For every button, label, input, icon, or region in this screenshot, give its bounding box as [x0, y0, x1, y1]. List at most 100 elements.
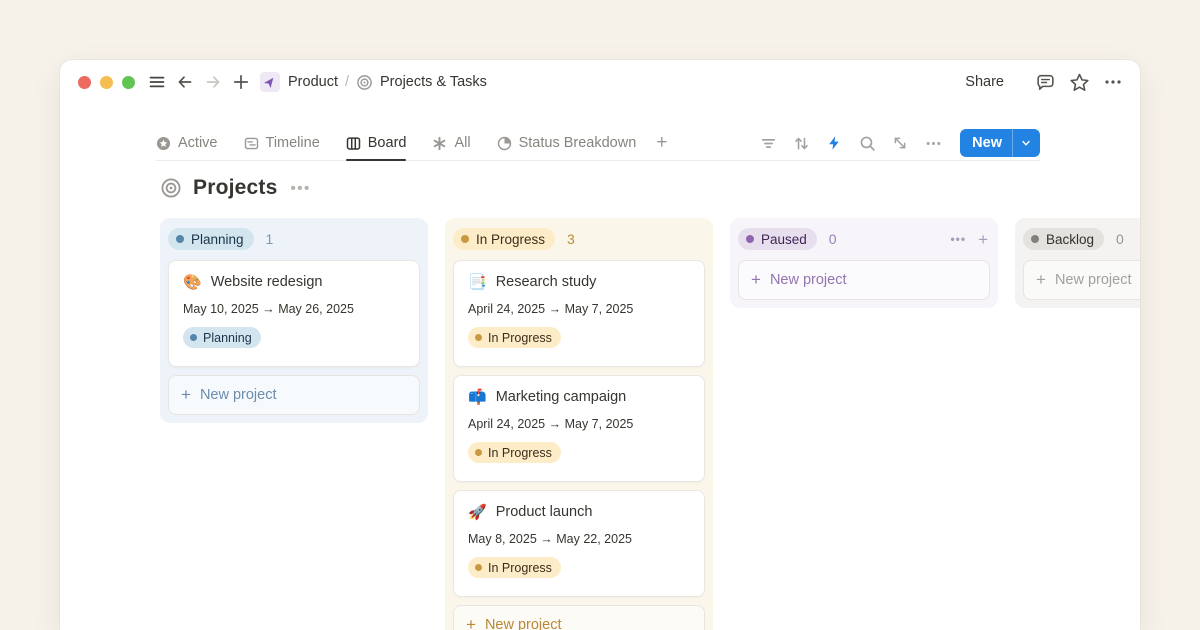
column-status-pill[interactable]: Paused [738, 228, 817, 250]
sort-icon [793, 135, 810, 152]
column-status-pill[interactable]: Backlog [1023, 228, 1104, 250]
project-card[interactable]: 🚀 Product launch May 8, 2025 → May 22, 2… [453, 490, 705, 597]
share-button[interactable]: Share [965, 74, 1004, 90]
ellipsis-icon [1103, 72, 1123, 92]
project-card[interactable]: 📫 Marketing campaign April 24, 2025 → Ma… [453, 375, 705, 482]
plus-icon: + [751, 271, 761, 288]
column-header: In Progress 3 [453, 227, 705, 251]
column-count: 3 [567, 231, 575, 247]
filter-icon [760, 135, 777, 152]
zoom-window-button[interactable] [122, 76, 135, 89]
window-controls [78, 76, 135, 89]
column-more-button[interactable]: ••• [950, 233, 966, 245]
star-icon [1069, 72, 1090, 93]
more-options-button[interactable] [1102, 71, 1124, 93]
arrow-right-icon [204, 73, 222, 91]
board-columns-icon [346, 136, 361, 151]
tab-all[interactable]: All [432, 126, 470, 160]
forward-button[interactable] [204, 73, 222, 91]
add-view-button[interactable]: + [656, 126, 667, 160]
board-column-backlog: Backlog 0 + New project [1015, 218, 1140, 308]
tab-label: Timeline [266, 135, 320, 151]
new-project-button[interactable]: + New project [738, 260, 990, 300]
arrow-left-icon [176, 73, 194, 91]
card-status-badge: In Progress [468, 557, 561, 578]
card-date-range: May 10, 2025 → May 26, 2025 [183, 302, 405, 316]
column-status-pill[interactable]: In Progress [453, 228, 555, 250]
new-project-label: New project [770, 272, 847, 288]
status-dot-icon [475, 334, 482, 341]
card-date-range: April 24, 2025 → May 7, 2025 [468, 417, 690, 431]
asterisk-icon [432, 136, 447, 151]
column-status-pill[interactable]: Planning [168, 228, 254, 250]
favorite-button[interactable] [1068, 71, 1090, 93]
app-window: Product / Projects & Tasks Share Active … [60, 60, 1140, 630]
pie-chart-icon [497, 136, 512, 151]
tab-timeline[interactable]: Timeline [244, 126, 320, 160]
column-count: 0 [1116, 231, 1124, 247]
column-count: 0 [829, 231, 837, 247]
title-more-button[interactable]: ••• [290, 180, 310, 197]
target-icon [160, 177, 182, 199]
card-emoji-icon: 🎨 [183, 275, 202, 290]
card-date-range: April 24, 2025 → May 7, 2025 [468, 302, 690, 316]
column-name: Planning [191, 232, 244, 247]
timeline-icon [244, 136, 259, 151]
card-title: Website redesign [211, 274, 323, 290]
board-column-in-progress: In Progress 3 📑 Research study April 24,… [445, 218, 713, 630]
column-header: Planning 1 [168, 227, 420, 251]
plus-icon: + [466, 616, 476, 630]
search-icon [859, 135, 876, 152]
automations-button[interactable] [825, 134, 843, 152]
breadcrumb-page[interactable]: Projects & Tasks [380, 74, 487, 90]
minimize-window-button[interactable] [100, 76, 113, 89]
status-dot-icon [461, 235, 469, 243]
plus-icon: + [1036, 271, 1046, 288]
view-more-button[interactable] [924, 134, 942, 152]
ellipsis-icon [925, 135, 942, 152]
database-title[interactable]: Projects [193, 176, 277, 200]
tab-status-breakdown[interactable]: Status Breakdown [497, 126, 637, 160]
comments-button[interactable] [1034, 71, 1056, 93]
view-toolbar: New [759, 126, 1040, 160]
new-project-label: New project [200, 387, 277, 403]
tab-board[interactable]: Board [346, 126, 407, 160]
chevron-down-icon [1020, 137, 1032, 149]
column-add-button[interactable]: + [978, 231, 988, 248]
new-page-button[interactable] [232, 73, 250, 91]
tab-active[interactable]: Active [156, 126, 218, 160]
comment-icon [1035, 72, 1056, 93]
breadcrumb-workspace[interactable]: Product [288, 74, 338, 90]
tab-label: All [454, 135, 470, 151]
filter-button[interactable] [759, 134, 777, 152]
status-dot-icon [190, 334, 197, 341]
column-header: Paused 0 ••• + [738, 227, 990, 251]
project-card[interactable]: 🎨 Website redesign May 10, 2025 → May 26… [168, 260, 420, 367]
card-title: Product launch [496, 504, 593, 520]
sidebar-menu-button[interactable] [148, 73, 166, 91]
back-button[interactable] [176, 73, 194, 91]
close-window-button[interactable] [78, 76, 91, 89]
column-name: In Progress [476, 232, 545, 247]
column-count: 1 [266, 231, 274, 247]
status-dot-icon [746, 235, 754, 243]
new-button-dropdown[interactable] [1012, 129, 1040, 157]
new-button[interactable]: New [960, 129, 1040, 157]
card-date-range: May 8, 2025 → May 22, 2025 [468, 532, 690, 546]
column-header: Backlog 0 [1023, 227, 1140, 251]
new-project-button[interactable]: + New project [453, 605, 705, 630]
new-project-button[interactable]: + New project [168, 375, 420, 415]
status-dot-icon [1031, 235, 1039, 243]
card-status-badge: Planning [183, 327, 261, 348]
expand-button[interactable] [891, 134, 909, 152]
cursor-arrow-icon [263, 75, 277, 89]
project-card[interactable]: 📑 Research study April 24, 2025 → May 7,… [453, 260, 705, 367]
plus-icon [232, 73, 250, 91]
card-title-row: 🎨 Website redesign [183, 274, 405, 290]
card-emoji-icon: 📑 [468, 275, 487, 290]
column-name: Paused [761, 232, 807, 247]
sort-button[interactable] [792, 134, 810, 152]
search-button[interactable] [858, 134, 876, 152]
workspace-logo[interactable] [260, 72, 280, 92]
new-project-button[interactable]: + New project [1023, 260, 1140, 300]
